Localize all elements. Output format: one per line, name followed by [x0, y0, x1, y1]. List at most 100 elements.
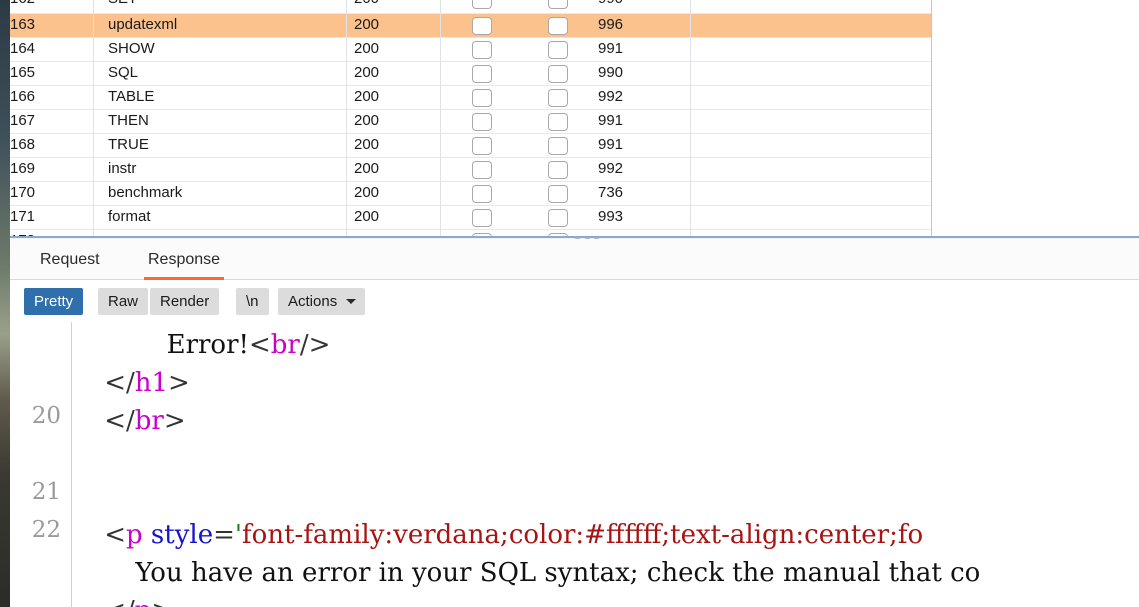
- response-body-code[interactable]: Error!<br/> </h1> </br> <p style='font-fami…: [73, 322, 1139, 607]
- column-divider: [93, 206, 94, 230]
- column-divider: [93, 158, 94, 182]
- column-divider: [690, 110, 691, 134]
- row-checkbox-timeout[interactable]: [548, 65, 568, 83]
- row-checkbox-timeout[interactable]: [548, 41, 568, 59]
- row-checkbox-error[interactable]: [472, 161, 492, 179]
- line-number: 20: [31, 403, 61, 429]
- tab-request[interactable]: Request: [28, 240, 112, 280]
- code-token-tag: br: [270, 330, 300, 360]
- response-code-editor[interactable]: 20 21 22 Error!<br/> </h1> </br> <p style='fo…: [10, 322, 1139, 607]
- actions-button[interactable]: Actions: [278, 288, 366, 315]
- row-checkbox-timeout[interactable]: [548, 113, 568, 131]
- code-line: </br>: [104, 402, 185, 440]
- row-checkbox-error[interactable]: [472, 113, 492, 131]
- code-line: You have an error in your SQL syntax; ch…: [135, 554, 980, 592]
- column-divider: [440, 38, 441, 62]
- row-status-cell: 200: [354, 40, 380, 57]
- line-number-gutter: 20 21 22: [10, 322, 72, 607]
- column-divider: [93, 86, 94, 110]
- table-row[interactable]: 162 SET 200 990: [0, 0, 931, 14]
- column-divider: [93, 0, 94, 13]
- row-checkbox-timeout[interactable]: [548, 137, 568, 155]
- row-payload-cell: THEN: [108, 112, 149, 129]
- column-divider: [440, 14, 441, 38]
- row-payload-cell: benchmark: [108, 184, 183, 201]
- tab-response[interactable]: Response: [136, 240, 232, 280]
- row-checkbox-error[interactable]: [472, 89, 492, 107]
- row-checkbox-error[interactable]: [472, 137, 492, 155]
- row-payload-cell: TABLE: [108, 88, 155, 105]
- row-checkbox-error[interactable]: [472, 41, 492, 59]
- row-index-cell: 166: [10, 88, 36, 105]
- row-length-cell: 736: [598, 184, 624, 201]
- row-length-cell: 991: [598, 136, 624, 153]
- burp-suite-window: 162 SET 200 990 163 updatexml 200 996 164 SHOW 200…: [0, 0, 1139, 607]
- column-divider: [690, 182, 691, 206]
- column-divider: [440, 134, 441, 158]
- row-checkbox-timeout[interactable]: [548, 17, 568, 35]
- row-index-cell: 171: [10, 208, 36, 225]
- row-payload-cell: instr: [108, 160, 137, 177]
- intruder-results-pane: 162 SET 200 990 163 updatexml 200 996 164 SHOW 200…: [0, 0, 1139, 239]
- table-row[interactable]: 165 SQL 200 990: [0, 62, 931, 86]
- row-checkbox-error[interactable]: [472, 65, 492, 83]
- row-checkbox-timeout[interactable]: [548, 185, 568, 203]
- row-checkbox-timeout[interactable]: [548, 161, 568, 179]
- newline-toggle-button[interactable]: \n: [236, 288, 269, 315]
- table-row[interactable]: 163 updatexml 200 996: [0, 14, 931, 38]
- code-token-txt: Error!: [166, 330, 249, 360]
- row-checkbox-error[interactable]: [472, 209, 492, 227]
- raw-button[interactable]: Raw: [98, 288, 149, 315]
- column-divider: [440, 86, 441, 110]
- row-status-cell: 200: [354, 184, 380, 201]
- column-divider: [346, 14, 347, 38]
- row-payload-cell: TRUE: [108, 136, 149, 153]
- code-token-brk: <: [248, 330, 271, 360]
- row-checkbox-timeout[interactable]: [548, 0, 568, 9]
- row-status-cell: 200: [354, 88, 380, 105]
- code-token-txt: You have an error in your SQL syntax; ch…: [135, 558, 981, 588]
- row-checkbox-error[interactable]: [472, 185, 492, 203]
- column-divider: [346, 0, 347, 13]
- column-divider: [346, 38, 347, 62]
- column-divider: [440, 158, 441, 182]
- row-length-cell: 996: [598, 16, 624, 33]
- row-status-cell: 200: [354, 136, 380, 153]
- row-checkbox-timeout[interactable]: [548, 209, 568, 227]
- table-row[interactable]: 170 benchmark 200 736: [0, 182, 931, 206]
- pretty-button[interactable]: Pretty: [24, 288, 84, 315]
- column-divider: [93, 182, 94, 206]
- desktop-background-strip: [0, 0, 10, 607]
- row-status-cell: 200: [354, 64, 380, 81]
- row-payload-cell: format: [108, 208, 151, 225]
- render-button[interactable]: Render: [150, 288, 220, 315]
- table-row[interactable]: 168 TRUE 200 991: [0, 134, 931, 158]
- code-token-quote: ': [234, 520, 243, 550]
- code-token-val: font-family:verdana;color:#ffffff;text-a…: [242, 520, 924, 550]
- column-divider: [346, 158, 347, 182]
- column-divider: [690, 206, 691, 230]
- attack-results-table[interactable]: 162 SET 200 990 163 updatexml 200 996 164 SHOW 200…: [0, 0, 932, 236]
- table-row[interactable]: 169 instr 200 992: [0, 158, 931, 182]
- column-divider: [346, 182, 347, 206]
- table-row[interactable]: 167 THEN 200 991: [0, 110, 931, 134]
- column-divider: [690, 0, 691, 13]
- row-checkbox-timeout[interactable]: [548, 89, 568, 107]
- chevron-down-icon: [346, 299, 357, 304]
- column-divider: [440, 206, 441, 230]
- row-checkbox-error[interactable]: [472, 17, 492, 35]
- column-divider: [690, 38, 691, 62]
- column-divider: [690, 158, 691, 182]
- code-line: <p style='font-family:verdana;color:#fff…: [104, 516, 923, 554]
- row-length-cell: 991: [598, 112, 624, 129]
- row-checkbox-error[interactable]: [472, 0, 492, 9]
- table-row[interactable]: 164 SHOW 200 991: [0, 38, 931, 62]
- column-divider: [93, 14, 94, 38]
- column-divider: [440, 110, 441, 134]
- column-divider: [346, 86, 347, 110]
- row-index-cell: 162: [10, 0, 88, 7]
- column-divider: [346, 206, 347, 230]
- row-status-cell: 200: [354, 16, 380, 33]
- table-row[interactable]: 171 format 200 993: [0, 206, 931, 230]
- table-row[interactable]: 166 TABLE 200 992: [0, 86, 931, 110]
